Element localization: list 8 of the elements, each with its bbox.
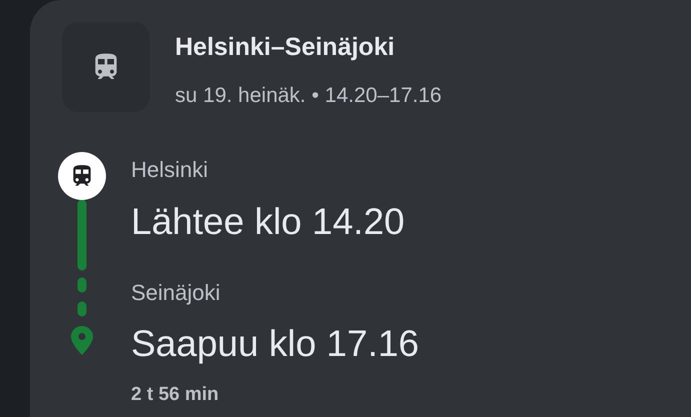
departure-time: Lähtee klo 14.20 [131, 200, 406, 244]
location-pin-icon [71, 326, 93, 355]
trip-title: Helsinki–Seinäjoki [175, 32, 396, 63]
station-name: Helsinki [131, 157, 210, 183]
trip-date-time: su 19. heinäk. • 14.20–17.16 [175, 83, 442, 109]
station-name: Seinäjoki [131, 280, 222, 306]
trip-duration: 2 t 56 min [131, 384, 220, 406]
arrival-time: Saapuu klo 17.16 [131, 322, 420, 366]
